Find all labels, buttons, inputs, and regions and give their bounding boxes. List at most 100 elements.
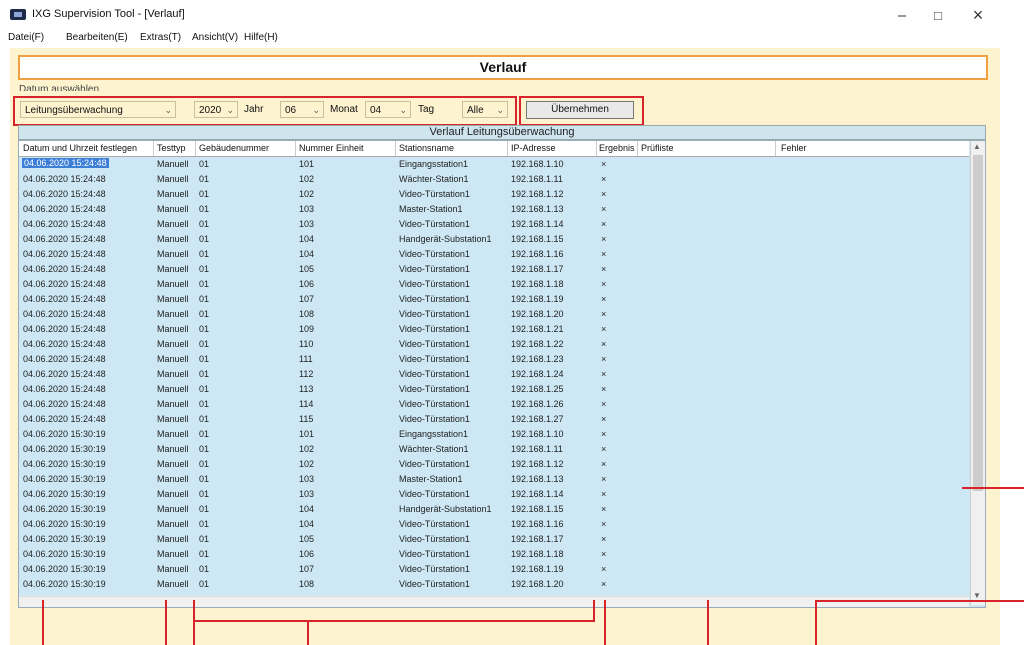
table-row[interactable]: 04.06.2020 15:24:48 Manuell 01 107 Video-Tür… (19, 292, 969, 307)
table-row[interactable]: 04.06.2020 15:30:19 Manuell 01 107 Video-Tür… (19, 562, 969, 577)
cell-nummer: 101 (299, 429, 315, 439)
table-row[interactable]: 04.06.2020 15:30:19 Manuell 01 104 Video-Tür… (19, 517, 969, 532)
callout-line (193, 620, 595, 622)
table-row[interactable]: 04.06.2020 15:24:48 Manuell 01 103 Video-Tür… (19, 217, 969, 232)
table-row[interactable]: 04.06.2020 15:24:48 Manuell 01 106 Video-Tür… (19, 277, 969, 292)
cell-gebaeude: 01 (199, 399, 210, 409)
cell-ergebnis: × (601, 174, 607, 184)
table-row[interactable]: 04.06.2020 15:24:48 Manuell 01 112 Video-Tür… (19, 367, 969, 382)
callout-line (165, 600, 167, 645)
cell-gebaeude: 01 (199, 534, 210, 544)
cell-testtyp: Manuell (157, 219, 189, 229)
cell-ip: 192.168.1.23 (511, 354, 564, 364)
cell-ip: 192.168.1.19 (511, 564, 564, 574)
col-nummer[interactable]: Nummer Einheit (299, 143, 364, 153)
minimize-button[interactable]: – (884, 4, 920, 26)
cell-station: Video-Türstation1 (399, 579, 470, 589)
col-gebaeude[interactable]: Gebäudenummer (199, 143, 269, 153)
table-row[interactable]: 04.06.2020 15:30:19 Manuell 01 102 Wächter-S… (19, 442, 969, 457)
table-row[interactable]: 04.06.2020 15:24:48 Manuell 01 101 Eingangss… (19, 157, 969, 172)
table-row[interactable]: 04.06.2020 15:24:48 Manuell 01 109 Video-Tür… (19, 322, 969, 337)
all-select[interactable]: Alle ⌄ (462, 101, 508, 118)
callout-line (593, 600, 595, 622)
table-row[interactable]: 04.06.2020 15:24:48 Manuell 01 114 Video-Tür… (19, 397, 969, 412)
day-select[interactable]: 04 ⌄ (365, 101, 411, 118)
table-row[interactable]: 04.06.2020 15:24:48 Manuell 01 105 Video-Tür… (19, 262, 969, 277)
table-row[interactable]: 04.06.2020 15:24:48 Manuell 01 104 Video-Tür… (19, 247, 969, 262)
col-pruefliste[interactable]: Prüfliste (641, 143, 674, 153)
table-row[interactable]: 04.06.2020 15:30:19 Manuell 01 103 Master-St… (19, 472, 969, 487)
cell-nummer: 114 (299, 399, 314, 409)
scroll-down-icon[interactable]: ▼ (973, 591, 981, 600)
cell-nummer: 104 (299, 519, 315, 529)
menu-hilfe[interactable]: Hilfe(H) (244, 32, 278, 43)
table-row[interactable]: 04.06.2020 15:24:48 Manuell 01 108 Video-Tür… (19, 307, 969, 322)
menu-extras[interactable]: Extras(T) (140, 32, 181, 43)
cell-testtyp: Manuell (157, 264, 189, 274)
table-row[interactable]: 04.06.2020 15:24:48 Manuell 01 103 Master-St… (19, 202, 969, 217)
table-row[interactable]: 04.06.2020 15:30:19 Manuell 01 102 Video-Tür… (19, 457, 969, 472)
vertical-scrollbar[interactable]: ▲ ▼ (970, 141, 985, 605)
year-select-value: 2020 (199, 105, 222, 116)
table-row[interactable]: 04.06.2020 15:30:19 Manuell 01 108 Video-Tür… (19, 577, 969, 592)
table-row[interactable]: 04.06.2020 15:24:48 Manuell 01 102 Video-Tür… (19, 187, 969, 202)
cell-nummer: 101 (299, 159, 315, 169)
col-fehler[interactable]: Fehler (781, 143, 807, 153)
table-row[interactable]: 04.06.2020 15:24:48 Manuell 01 110 Video-Tür… (19, 337, 969, 352)
table-row[interactable]: 04.06.2020 15:24:48 Manuell 01 115 Video-Tür… (19, 412, 969, 427)
col-ip[interactable]: IP-Adresse (511, 143, 556, 153)
cell-testtyp: Manuell (157, 504, 189, 514)
col-datum[interactable]: Datum und Uhrzeit festlegen (23, 143, 137, 153)
col-testtyp[interactable]: Testtyp (157, 143, 186, 153)
cell-testtyp: Manuell (157, 489, 189, 499)
cell-gebaeude: 01 (199, 489, 210, 499)
type-select[interactable]: Leitungsüberwachung ⌄ (20, 101, 176, 118)
month-select[interactable]: 06 ⌄ (280, 101, 324, 118)
table-row[interactable]: 04.06.2020 15:30:19 Manuell 01 104 Handgerät… (19, 502, 969, 517)
cell-testtyp: Manuell (157, 549, 189, 559)
cell-datum: 04.06.2020 15:30:19 (23, 519, 106, 529)
cell-datum: 04.06.2020 15:24:48 (23, 219, 106, 229)
cell-ergebnis: × (601, 279, 607, 289)
table-row[interactable]: 04.06.2020 15:30:19 Manuell 01 103 Video-Tür… (19, 487, 969, 502)
history-table[interactable]: Datum und Uhrzeit festlegen Testtyp Gebä… (18, 140, 986, 608)
table-row[interactable]: 04.06.2020 15:24:48 Manuell 01 102 Wächter-S… (19, 172, 969, 187)
cell-nummer: 112 (299, 369, 314, 379)
cell-ergebnis: × (601, 249, 607, 259)
cell-ergebnis: × (601, 534, 607, 544)
col-ergebnis[interactable]: Ergebnis (599, 143, 635, 153)
cell-datum: 04.06.2020 15:30:19 (23, 429, 106, 439)
table-row[interactable]: 04.06.2020 15:24:48 Manuell 01 104 Handgerät… (19, 232, 969, 247)
page-header: Verlauf (18, 55, 988, 80)
column-divider (153, 141, 154, 156)
year-select[interactable]: 2020 ⌄ (194, 101, 238, 118)
cell-datum: 04.06.2020 15:30:19 (23, 579, 106, 589)
table-row[interactable]: 04.06.2020 15:30:19 Manuell 01 106 Video-Tür… (19, 547, 969, 562)
cell-station: Video-Türstation1 (399, 384, 470, 394)
cell-nummer: 103 (299, 489, 315, 499)
column-divider (195, 141, 196, 156)
cell-nummer: 104 (299, 234, 315, 244)
table-row[interactable]: 04.06.2020 15:30:19 Manuell 01 101 Eingangss… (19, 427, 969, 442)
cell-station: Video-Türstation1 (399, 414, 470, 424)
cell-station: Handgerät-Substation1 (399, 234, 492, 244)
table-row[interactable]: 04.06.2020 15:24:48 Manuell 01 111 Video-Tür… (19, 352, 969, 367)
cell-station: Video-Türstation1 (399, 519, 470, 529)
cell-station: Handgerät-Substation1 (399, 504, 492, 514)
callout-line (707, 600, 709, 645)
col-station[interactable]: Stationsname (399, 143, 454, 153)
table-row[interactable]: 04.06.2020 15:24:48 Manuell 01 113 Video-Tür… (19, 382, 969, 397)
title-bar: IXG Supervision Tool - [Verlauf] – □ × (0, 0, 1024, 30)
scroll-thumb[interactable] (973, 155, 983, 491)
close-button[interactable]: × (960, 4, 996, 26)
scroll-up-icon[interactable]: ▲ (973, 142, 981, 151)
menu-datei[interactable]: Datei(F) (8, 32, 44, 43)
cell-ergebnis: × (601, 444, 607, 454)
cell-ergebnis: × (601, 234, 607, 244)
menu-ansicht[interactable]: Ansicht(V) (192, 32, 238, 43)
table-row[interactable]: 04.06.2020 15:30:19 Manuell 01 105 Video-Tür… (19, 532, 969, 547)
cell-datum: 04.06.2020 15:24:48 (23, 399, 106, 409)
apply-button[interactable]: Übernehmen (526, 101, 634, 119)
menu-bearbeiten[interactable]: Bearbeiten(E) (66, 32, 128, 43)
maximize-button[interactable]: □ (920, 4, 956, 26)
